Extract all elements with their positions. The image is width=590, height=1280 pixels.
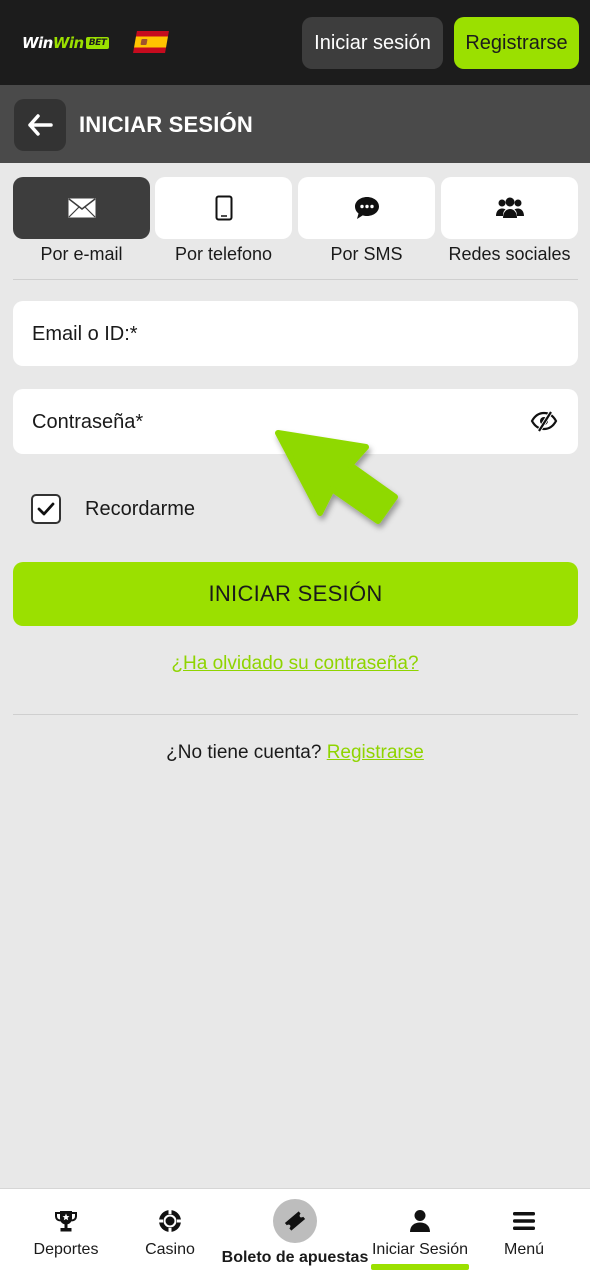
pointer-arrow-icon [275,430,398,524]
chat-bubble-icon [354,197,379,219]
nav-item-menu[interactable]: Menú [478,1189,570,1280]
nav-label: Casino [145,1241,195,1258]
remember-checkbox[interactable] [31,494,61,524]
user-icon [410,1210,430,1232]
nav-item-deportes[interactable]: Deportes [13,1189,119,1280]
checkmark-icon [37,502,55,516]
nav-label: Deportes [33,1241,99,1258]
tab-social-label: Redes sociales [448,244,571,264]
remember-label[interactable]: Recordarme [85,498,195,521]
register-link[interactable]: Registrarse [327,742,424,763]
envelope-icon [68,198,95,218]
nav-label: Menú [503,1241,545,1258]
winwin-logo[interactable]: Win Win BET [22,33,110,53]
spain-flag-icon[interactable] [133,31,169,53]
no-account-text: ¿No tiene cuenta? [166,742,322,763]
title-bar: INICIAR SESIÓN [0,85,590,163]
no-account-row: ¿No tiene cuenta? Registrarse [0,742,590,764]
nav-item-casino[interactable]: Casino [124,1189,216,1280]
submit-login-button[interactable]: INICIAR SESIÓN [13,562,578,626]
nav-label: Iniciar Sesión [371,1241,469,1258]
casino-chip-icon [159,1210,181,1232]
tab-social[interactable] [441,177,578,239]
register-button[interactable]: Registrarse [454,17,579,69]
divider [13,714,578,715]
page-title: INICIAR SESIÓN [79,112,253,137]
eye-slash-icon[interactable] [530,410,558,432]
top-header: Win Win BET Iniciar sesión Registrarse [0,0,590,85]
back-button[interactable] [14,99,66,151]
nav-item-betslip[interactable]: Boleto de apuestas [220,1189,370,1280]
betslip-circle [273,1199,317,1243]
tab-phone[interactable] [155,177,292,239]
tab-phone-label: Por telefono [174,244,273,264]
login-button[interactable]: Iniciar sesión [302,17,443,69]
arrow-left-icon [28,114,53,136]
active-tab-indicator [371,1264,469,1270]
tab-email-label: Por e-mail [40,244,123,264]
users-icon [495,197,524,218]
phone-icon [215,195,232,221]
email-field[interactable]: Email o ID:* [13,301,578,366]
tab-sms-label: Por SMS [330,244,403,264]
nav-label: Boleto de apuestas [221,1249,369,1266]
password-field-label: Contraseña* [32,411,144,433]
hamburger-menu-icon [513,1212,535,1230]
tab-email[interactable] [13,177,150,239]
bottom-navigation: Deportes Casino Boleto de apuestas Inici… [0,1188,590,1280]
trophy-icon [55,1211,77,1232]
ticket-icon [284,1211,306,1231]
divider [13,279,578,280]
forgot-password-link[interactable]: ¿Ha olvidado su contraseña? [0,653,590,675]
email-field-label: Email o ID:* [32,323,138,345]
tab-sms[interactable] [298,177,435,239]
